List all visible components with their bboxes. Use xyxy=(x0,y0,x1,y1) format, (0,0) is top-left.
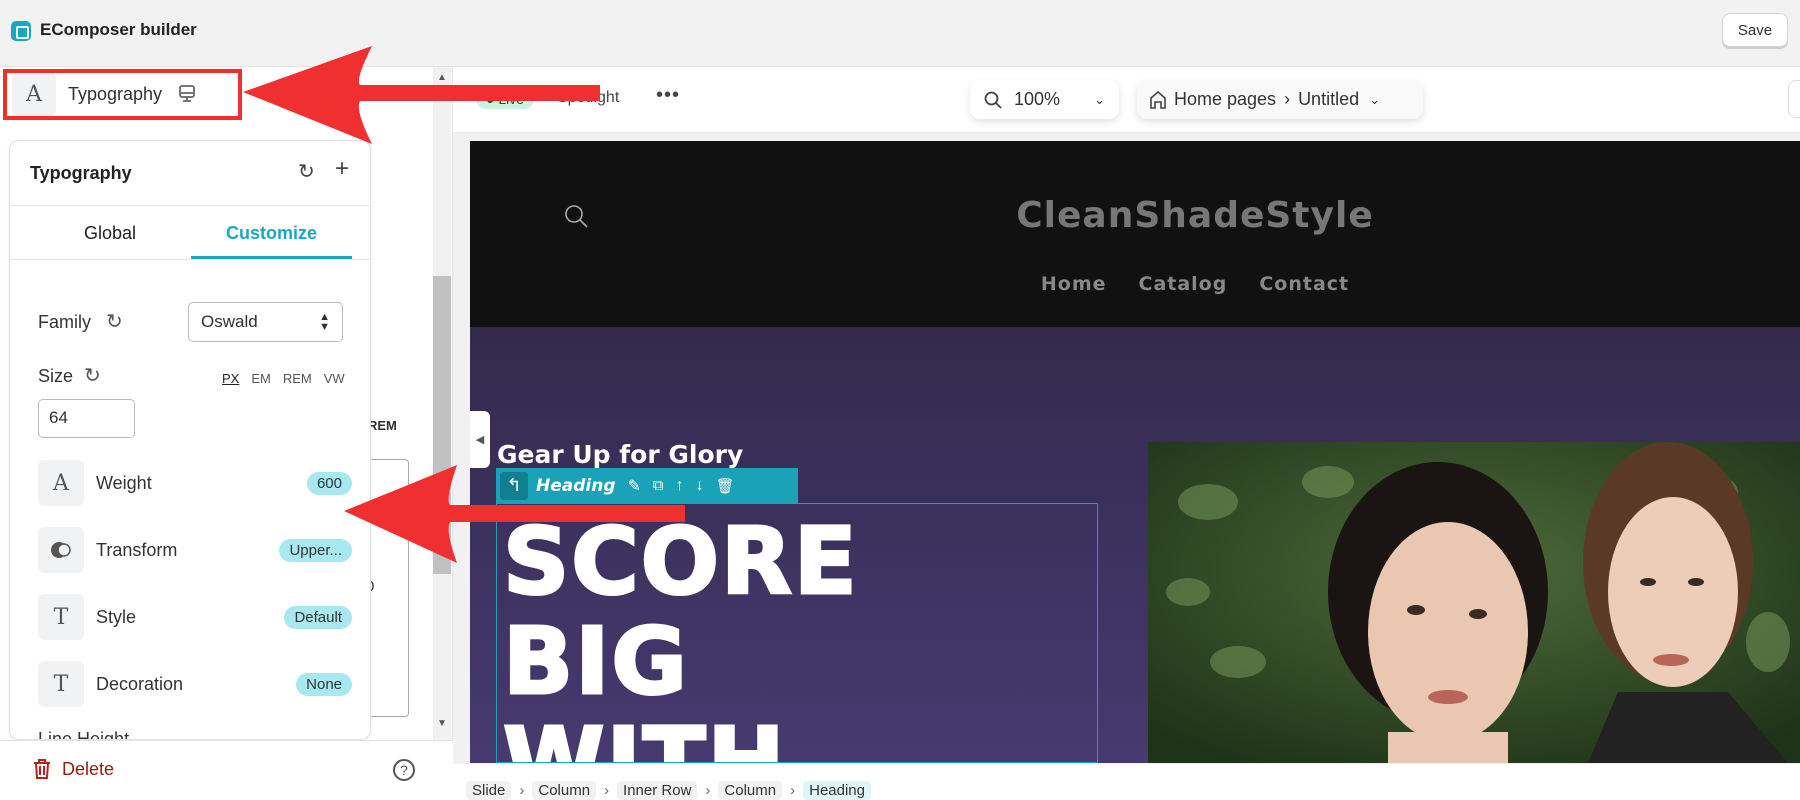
collapse-sidebar-icon[interactable]: ◀ xyxy=(470,411,490,468)
selected-heading[interactable]: SCORE BIG WITH xyxy=(496,503,1098,763)
panel-title: Typography xyxy=(30,163,132,183)
line-height-label: Line Height xyxy=(38,729,130,740)
move-down-icon[interactable]: ↓ xyxy=(696,477,704,495)
chevron-right-icon: › xyxy=(1284,89,1291,109)
element-label: Heading xyxy=(536,475,616,496)
move-up-icon[interactable]: ↑ xyxy=(676,477,684,495)
page-selector[interactable]: Home pages › Untitled ⌄ xyxy=(1137,80,1423,119)
transform-label: Transform xyxy=(96,539,178,560)
family-label: Family xyxy=(38,312,91,332)
home-icon xyxy=(1150,90,1166,109)
size-reset-icon[interactable]: ↻ xyxy=(84,363,101,388)
nav-contact[interactable]: Contact xyxy=(1259,273,1349,295)
zoom-value: 100% xyxy=(1014,89,1061,109)
decoration-label: Decoration xyxy=(96,673,184,694)
more-options-icon[interactable]: ••• xyxy=(656,84,680,107)
select-parent-icon[interactable]: ↰ xyxy=(500,471,528,500)
breadcrumb-heading[interactable]: Heading xyxy=(803,781,871,800)
typography-panel: Typography ↻ + Global Customize Family ↻… xyxy=(9,140,371,740)
weight-badge[interactable]: 600 xyxy=(306,471,352,495)
heading-line: WITH xyxy=(501,708,787,763)
reset-icon[interactable]: ↻ xyxy=(298,159,315,184)
nav-catalog[interactable]: Catalog xyxy=(1139,273,1228,295)
search-icon[interactable] xyxy=(564,204,590,230)
save-button[interactable]: Save xyxy=(1722,13,1788,47)
unit-rem[interactable]: REM xyxy=(283,371,312,386)
ecomposer-logo-icon xyxy=(11,21,31,41)
toolbar-button-edge[interactable] xyxy=(1788,80,1800,118)
site-nav: Home Catalog Contact xyxy=(870,273,1520,295)
breadcrumb-column[interactable]: Column xyxy=(718,781,783,800)
style-row[interactable]: T Style Default xyxy=(38,594,352,640)
hero-subheading[interactable]: Gear Up for Glory xyxy=(497,440,743,469)
letter-t-icon: T xyxy=(38,661,84,707)
style-label: Style xyxy=(96,606,137,627)
trash-icon xyxy=(34,759,50,779)
zoom-control[interactable]: 100% ⌄ xyxy=(970,80,1119,119)
transform-row[interactable]: Transform Upper... xyxy=(38,527,352,573)
select-arrows-icon: ▲ ▼ xyxy=(319,311,330,333)
scrollbar-thumb[interactable] xyxy=(433,276,451,574)
help-icon[interactable]: ? xyxy=(393,759,415,781)
family-value: Oswald xyxy=(201,312,258,331)
heading-line: BIG xyxy=(502,608,689,715)
unit-vw[interactable]: VW xyxy=(324,371,345,386)
unit-em[interactable]: EM xyxy=(251,371,271,386)
breadcrumb-slide[interactable]: Slide xyxy=(466,781,512,800)
hero-image[interactable] xyxy=(1148,442,1800,763)
site-logo[interactable]: CleanShadeStyle xyxy=(870,195,1520,236)
weight-label: Weight xyxy=(96,472,152,493)
breadcrumb-inner-row[interactable]: Inner Row xyxy=(617,781,698,800)
search-icon xyxy=(984,91,1002,109)
transform-badge[interactable]: Upper... xyxy=(279,538,352,562)
size-input[interactable]: 64 xyxy=(38,399,135,438)
nav-home[interactable]: Home xyxy=(1041,273,1107,295)
breadcrumb-column[interactable]: Column xyxy=(532,781,597,800)
unit-label: REM xyxy=(368,418,397,433)
delete-element-icon[interactable]: 🗑 xyxy=(716,477,735,495)
heading-line: SCORE xyxy=(502,508,859,615)
unit-px[interactable]: PX xyxy=(222,371,239,386)
page-name: Untitled xyxy=(1298,89,1360,109)
decoration-badge[interactable]: None xyxy=(296,672,352,696)
live-badge: ● Live xyxy=(476,89,535,109)
transform-icon xyxy=(38,527,84,573)
family-reset-icon[interactable]: ↻ xyxy=(106,309,123,334)
size-label: Size xyxy=(38,366,74,386)
style-badge[interactable]: Default xyxy=(284,605,352,629)
duplicate-icon[interactable]: ⧉ xyxy=(653,477,664,494)
chevron-down-icon: ⌄ xyxy=(1369,91,1380,107)
add-icon[interactable]: + xyxy=(335,155,349,183)
letter-t-icon: T xyxy=(38,594,84,640)
decoration-row[interactable]: T Decoration None xyxy=(38,661,352,707)
chevron-down-icon: ⌄ xyxy=(1094,91,1105,107)
annotation-highlight-box xyxy=(3,69,242,120)
app-title: EComposer builder xyxy=(40,20,197,39)
delete-button[interactable]: Delete xyxy=(32,758,114,780)
page-group: Home pages xyxy=(1174,89,1277,109)
letter-a-icon: A xyxy=(38,460,84,506)
weight-row[interactable]: A Weight 600 xyxy=(38,460,352,506)
spotlight-button[interactable]: Spotlight xyxy=(557,89,619,107)
tab-global[interactable]: Global xyxy=(10,223,210,244)
family-select[interactable]: Oswald ▲ ▼ xyxy=(188,302,343,342)
top-bar xyxy=(0,0,1800,67)
element-toolbar: ↰ Heading ✎ ⧉ ↑ ↓ 🗑 xyxy=(496,468,798,503)
scroll-down-icon[interactable]: ▼ xyxy=(437,718,447,729)
edit-icon[interactable]: ✎ xyxy=(628,476,641,496)
breadcrumb: Slide › Column › Inner Row › Column › Headin… xyxy=(466,781,871,800)
tab-customize[interactable]: Customize xyxy=(191,223,352,244)
scroll-up-icon[interactable]: ▲ xyxy=(437,72,447,83)
